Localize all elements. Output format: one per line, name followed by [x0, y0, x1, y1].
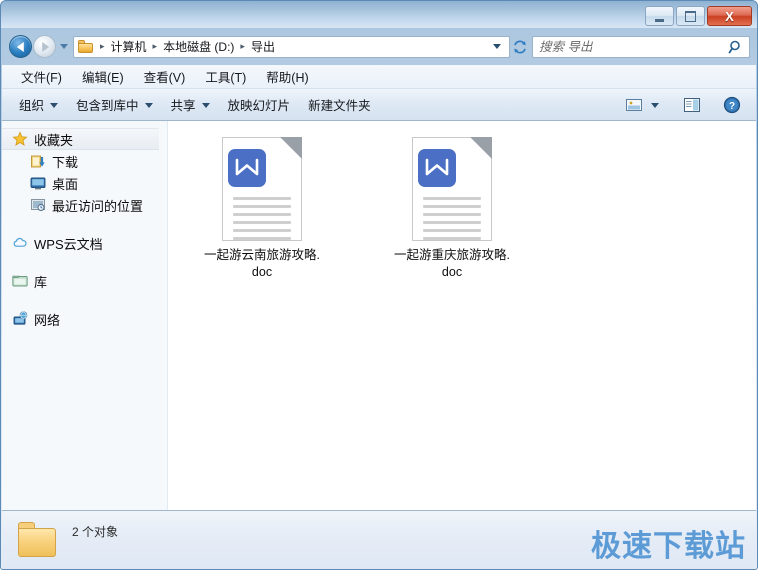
explorer-window: X ▸ 计算机 ▸ 本地磁盘 (D:) ▸ 导出 搜索 导出 文件(F) 编辑(…	[0, 0, 758, 570]
title-bar: X	[1, 1, 757, 28]
sidebar-item-downloads-label: 下载	[52, 154, 79, 170]
file-item-label: 一起游重庆旅游攻略.doc	[394, 248, 510, 279]
content-area: 收藏夹 下载 桌面 最近访问的位置 WPS云文档 库 网络 一起游云南旅游攻略.…	[2, 121, 756, 510]
window-controls: X	[645, 6, 752, 26]
folder-icon	[78, 39, 94, 54]
menu-item-help[interactable]: 帮助(H)	[257, 65, 317, 88]
recent-locations-dropdown[interactable]	[60, 44, 68, 49]
star-icon	[12, 131, 28, 147]
toolbar-organize-label: 组织	[19, 99, 45, 113]
navigation-bar: ▸ 计算机 ▸ 本地磁盘 (D:) ▸ 导出	[1, 28, 757, 65]
toolbar-slideshow-label: 放映幻灯片	[227, 99, 291, 113]
chevron-down-icon	[144, 103, 153, 108]
sidebar-item-favorites-label: 收藏夹	[34, 132, 74, 148]
cloud-icon	[12, 235, 28, 251]
svg-text:?: ?	[729, 101, 735, 112]
toolbar-include-in-library-label: 包含到库中	[76, 99, 139, 113]
toolbar-new-folder-button[interactable]: 新建文件夹	[299, 91, 380, 118]
breadcrumb-item-drive[interactable]: 本地磁盘 (D:)	[161, 37, 236, 56]
breadcrumb-separator: ▸	[100, 41, 105, 51]
item-count-label: 2 个对象	[72, 525, 119, 539]
sidebar-item-downloads[interactable]: 下载	[2, 150, 167, 172]
arrow-right-icon	[41, 41, 49, 52]
file-item-label: 一起游云南旅游攻略.doc	[204, 248, 320, 279]
downloads-icon	[30, 153, 46, 169]
recent-places-icon	[30, 197, 46, 213]
close-button[interactable]: X	[707, 6, 752, 26]
breadcrumb-separator: ▸	[152, 41, 158, 51]
breadcrumb-separator: ▸	[240, 41, 245, 51]
doc-text-lines	[423, 197, 481, 245]
refresh-button[interactable]	[510, 36, 530, 58]
toolbar-organize-button[interactable]: 组织	[10, 91, 67, 118]
desktop-icon	[30, 175, 46, 191]
search-icon	[728, 40, 740, 53]
maximize-button[interactable]	[676, 6, 705, 26]
view-mode-icon	[626, 98, 642, 111]
breadcrumb-item-computer[interactable]: 计算机	[109, 37, 149, 56]
library-icon	[12, 273, 28, 289]
help-button[interactable]: ?	[718, 93, 746, 117]
chevron-down-icon	[651, 103, 659, 108]
command-toolbar: 组织 包含到库中 共享 放映幻灯片 新建文件夹 ?	[2, 89, 756, 121]
menu-item-file[interactable]: 文件(F)	[12, 65, 71, 88]
back-button[interactable]	[9, 35, 32, 58]
file-item[interactable]: 一起游重庆旅游攻略.doc	[376, 131, 528, 287]
address-bar[interactable]: ▸ 计算机 ▸ 本地磁盘 (D:) ▸ 导出	[73, 35, 510, 58]
view-mode-button[interactable]	[620, 94, 664, 116]
preview-pane-button[interactable]	[678, 94, 706, 116]
sidebar-item-recent-places-label: 最近访问的位置	[52, 198, 144, 214]
search-box[interactable]	[532, 35, 750, 58]
arrow-left-icon	[16, 41, 24, 52]
status-bar: 2 个对象 极速下载站	[2, 510, 756, 569]
wps-w-badge	[418, 149, 456, 187]
sidebar-item-library[interactable]: 库	[2, 270, 167, 292]
menu-item-tools[interactable]: 工具(T)	[196, 65, 255, 88]
sidebar-item-library-label: 库	[34, 274, 48, 290]
minimize-icon	[655, 16, 664, 22]
sidebar-item-network[interactable]: 网络	[2, 308, 167, 330]
file-list-pane[interactable]: 一起游云南旅游攻略.doc 一起游重庆旅游攻略.doc	[168, 121, 756, 510]
watermark-label: 极速下载站	[591, 530, 746, 563]
sidebar-item-recent-places[interactable]: 最近访问的位置	[2, 194, 167, 216]
sidebar-item-favorites[interactable]: 收藏夹	[2, 128, 159, 150]
folder-icon	[16, 521, 60, 559]
network-icon	[12, 311, 28, 327]
toolbar-new-folder-label: 新建文件夹	[308, 99, 371, 113]
menu-item-view[interactable]: 查看(V)	[135, 65, 195, 88]
close-icon: X	[725, 8, 734, 24]
toolbar-share-button[interactable]: 共享	[162, 91, 219, 118]
menu-item-edit[interactable]: 编辑(E)	[73, 65, 133, 88]
chevron-down-icon	[201, 103, 210, 108]
refresh-icon	[514, 39, 526, 54]
help-icon: ?	[723, 96, 741, 113]
search-input[interactable]	[533, 39, 727, 54]
toolbar-include-in-library-button[interactable]: 包含到库中	[67, 91, 162, 118]
menu-bar: 文件(F) 编辑(E) 查看(V) 工具(T) 帮助(H)	[2, 65, 756, 89]
minimize-button[interactable]	[645, 6, 674, 26]
address-dropdown-icon[interactable]	[493, 44, 501, 49]
sidebar-item-wps-cloud[interactable]: WPS云文档	[2, 232, 167, 254]
sidebar-item-desktop[interactable]: 桌面	[2, 172, 167, 194]
toolbar-slideshow-button[interactable]: 放映幻灯片	[219, 91, 300, 118]
sidebar-item-wps-cloud-label: WPS云文档	[34, 236, 103, 252]
sidebar-item-network-label: 网络	[34, 312, 61, 328]
toolbar-share-label: 共享	[170, 99, 196, 113]
sidebar-item-desktop-label: 桌面	[52, 176, 79, 192]
wps-writer-doc-icon	[222, 137, 302, 241]
breadcrumb-item-folder[interactable]: 导出	[249, 37, 277, 56]
wps-w-badge	[228, 149, 266, 187]
preview-pane-icon	[684, 97, 700, 112]
forward-button[interactable]	[33, 35, 56, 58]
doc-text-lines	[233, 197, 291, 245]
maximize-icon	[685, 10, 696, 22]
file-item[interactable]: 一起游云南旅游攻略.doc	[186, 131, 338, 287]
wps-writer-doc-icon	[412, 137, 492, 241]
chevron-down-icon	[50, 103, 59, 108]
navigation-pane[interactable]: 收藏夹 下载 桌面 最近访问的位置 WPS云文档 库 网络	[2, 121, 168, 510]
file-grid: 一起游云南旅游攻略.doc 一起游重庆旅游攻略.doc	[186, 131, 756, 287]
